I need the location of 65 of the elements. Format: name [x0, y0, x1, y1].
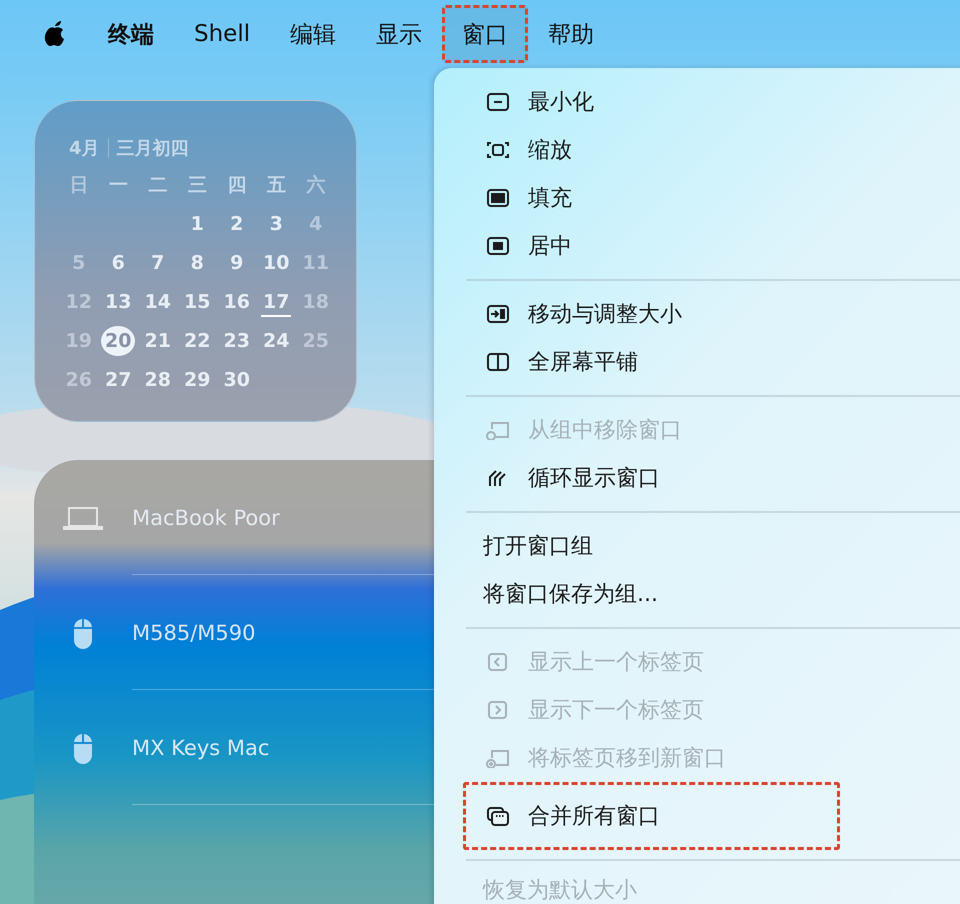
calendar-day: 24	[261, 326, 292, 356]
weekday-label: 一	[108, 172, 129, 198]
calendar-day: 15	[182, 286, 212, 316]
weekday-label: 四	[226, 172, 248, 198]
calendar-day: 10	[261, 248, 292, 278]
calendar-day: 4	[300, 208, 331, 238]
device-name: M585/M590	[132, 620, 256, 644]
calendar-day: 6	[103, 248, 134, 278]
next-tab-icon	[486, 700, 510, 720]
calendar-day: 3	[261, 208, 292, 238]
laptop-icon	[63, 506, 103, 530]
previous-tab-icon	[486, 652, 510, 672]
calendar-day: 7	[142, 248, 173, 278]
tab-to-window-icon	[486, 748, 510, 768]
menu-item[interactable]: 合并所有窗口	[463, 782, 840, 850]
calendar-day: 27	[103, 364, 134, 394]
split-window-icon	[486, 352, 510, 372]
menu-item[interactable]: 居中	[466, 222, 960, 270]
filled-window-icon	[486, 188, 510, 208]
menu-item[interactable]: 缩放	[466, 126, 960, 174]
menu-bar-item[interactable]: Shell	[174, 5, 270, 63]
calendar-day: 1	[182, 208, 212, 238]
device-name: MX Keys Mac	[132, 736, 270, 760]
calendar-day: 22	[182, 326, 212, 356]
weekday-label: 五	[266, 172, 287, 198]
centered-window-icon	[486, 236, 510, 256]
weekday-label: 三	[186, 172, 208, 198]
menu-item[interactable]: 全屏幕平铺	[466, 338, 960, 386]
calendar-day: 21	[142, 326, 173, 356]
calendar-day: 2	[222, 208, 252, 238]
lunar-date: 三月初四	[116, 137, 189, 160]
month-label: 4月	[69, 137, 100, 160]
menu-bar-item[interactable]: 显示	[356, 5, 442, 63]
zoom-icon	[486, 140, 510, 160]
weekday-label: 二	[147, 172, 168, 198]
menu-bar-item[interactable]: 编辑	[270, 5, 356, 63]
calendar-day: 29	[182, 364, 212, 394]
window-remove-icon	[486, 420, 510, 440]
today-marker: 20	[101, 326, 136, 356]
mouse-icon	[72, 730, 94, 764]
menu-item[interactable]: 最小化	[466, 78, 960, 126]
calendar-day: 9	[222, 248, 252, 278]
menu-bar-item[interactable]: 窗口	[442, 5, 528, 63]
calendar-day: 23	[222, 326, 252, 356]
menu-bar-item[interactable]: 帮助	[528, 5, 614, 63]
merge-windows-icon	[486, 806, 510, 826]
device-name: MacBook Poor	[132, 506, 280, 530]
menu-item[interactable]: 移动与调整大小	[466, 290, 960, 338]
calendar-day: 13	[103, 286, 134, 316]
menu-item[interactable]: 填充	[466, 174, 960, 222]
weekday-label: 六	[305, 172, 326, 198]
minimize-icon	[486, 92, 510, 112]
calendar-day: 14	[142, 286, 173, 316]
menu-item[interactable]: 将窗口保存为组...	[466, 570, 960, 618]
weekday-label: 日	[68, 172, 90, 198]
calendar-day: 28	[142, 364, 173, 394]
move-window-icon	[486, 304, 510, 324]
calendar-day: 8	[182, 248, 212, 278]
app-menu[interactable]: 终端	[88, 5, 174, 63]
mouse-icon	[72, 616, 94, 650]
calendar-day: 30	[222, 364, 252, 394]
calendar-day: 17	[261, 286, 292, 316]
menu-item[interactable]: 打开窗口组	[466, 522, 960, 570]
calendar-day: 16	[222, 286, 252, 316]
menu-item[interactable]: 循环显示窗口	[466, 454, 960, 502]
